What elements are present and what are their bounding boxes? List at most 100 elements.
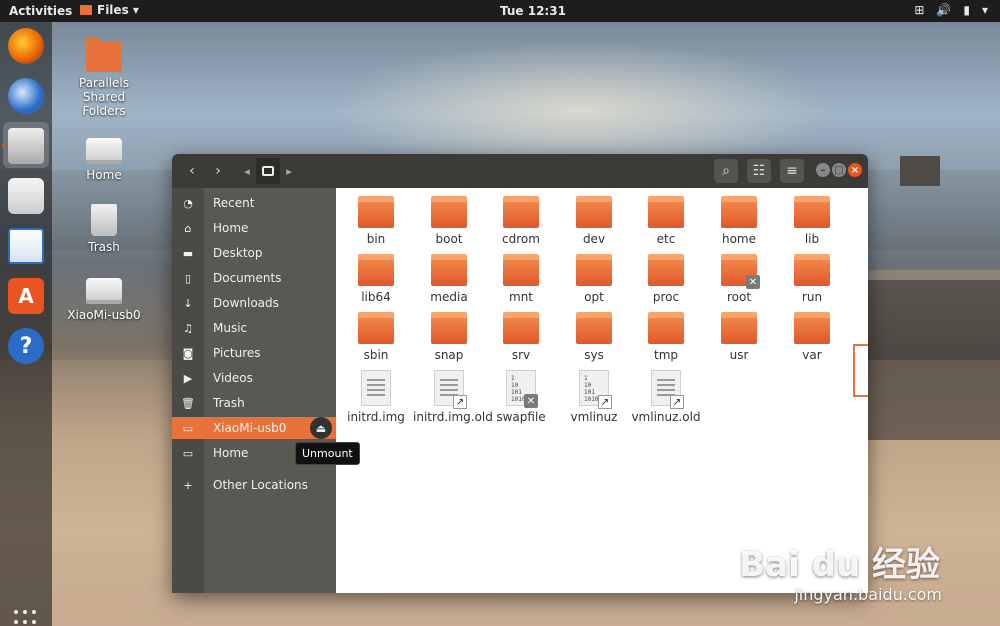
forward-button[interactable]: ›	[206, 159, 230, 183]
text-line-icon	[657, 379, 675, 381]
network-icon: ⊞	[914, 3, 925, 17]
folder-icon	[358, 312, 394, 344]
back-button[interactable]: ‹	[180, 159, 204, 183]
file-item-snap[interactable]: snap	[413, 312, 485, 362]
desktop-icon-parallels[interactable]: Parallels Shared Folders	[64, 38, 144, 118]
document-icon	[361, 370, 391, 406]
file-item-lib[interactable]: lib	[776, 196, 848, 246]
show-applications-icon[interactable]	[14, 610, 38, 626]
binary-glyph-icon: 1 10 101 1010	[584, 375, 599, 403]
file-item-initrd-img-old[interactable]: ↗ initrd.img.old	[413, 370, 493, 424]
desktop-icon-trash[interactable]: Trash	[64, 204, 144, 254]
view-toggle-button[interactable]: ☷	[747, 159, 771, 183]
sidebar-item-videos[interactable]: ▶ Videos	[172, 367, 336, 389]
file-item-label: tmp	[653, 348, 678, 362]
symlink-arrow-icon: ↗	[453, 395, 467, 409]
file-item-var[interactable]: var	[776, 312, 848, 362]
desktop-icon-usb[interactable]: XiaoMi-usb0	[64, 278, 144, 322]
file-item-vmlinuz-old[interactable]: ↗ vmlinuz.old	[630, 370, 702, 424]
clock[interactable]: Tue 12:31	[500, 4, 566, 18]
software-center-icon[interactable]: A	[8, 278, 44, 314]
sidebar-item-recent[interactable]: ◔ Recent	[172, 192, 336, 214]
file-item-mnt[interactable]: mnt	[485, 254, 557, 304]
folder-icon	[576, 312, 612, 344]
file-item-home[interactable]: home	[703, 196, 775, 246]
sidebar-item-label: Other Locations	[213, 478, 308, 492]
activities-button[interactable]: Activities	[9, 4, 72, 18]
drive-icon: ▭	[182, 446, 194, 460]
sidebar-item-desktop[interactable]: ▬ Desktop	[172, 242, 336, 264]
documents-icon: ▯	[184, 271, 192, 285]
close-button[interactable]: ×	[848, 163, 862, 177]
file-item-usr[interactable]: usr	[703, 312, 775, 362]
rock	[900, 156, 940, 186]
videos-icon: ▶	[183, 371, 193, 385]
folder-icon	[86, 38, 122, 72]
document-icon: ↗	[434, 370, 467, 409]
file-item-proc[interactable]: proc	[630, 254, 702, 304]
file-item-sbin[interactable]: sbin	[340, 312, 412, 362]
file-item-tmp[interactable]: tmp	[630, 312, 702, 362]
trash-icon	[91, 204, 117, 236]
file-item-root[interactable]: ✕ root	[703, 254, 775, 304]
sidebar-item-xiaomi-usb0[interactable]: ▭ XiaoMi-usb0 ⏏	[172, 417, 336, 439]
file-item-swapfile[interactable]: 1 10 101 1010 ✕ swapfile	[485, 370, 557, 424]
sidebar-item-label: XiaoMi-usb0	[213, 421, 287, 435]
file-item-label: media	[430, 290, 468, 304]
file-item-etc[interactable]: etc	[630, 196, 702, 246]
text-line-icon	[440, 379, 458, 381]
sidebar-item-label: Documents	[213, 271, 282, 285]
folder-icon	[431, 196, 467, 228]
help-icon[interactable]: ?	[8, 328, 44, 364]
clock-icon: ◔	[183, 196, 193, 210]
path-bar-drive-button[interactable]	[256, 158, 280, 184]
file-item-label: boot	[435, 232, 463, 246]
unmount-tooltip: Unmount	[295, 442, 360, 465]
eject-icon[interactable]: ⏏	[310, 417, 332, 439]
file-item-srv[interactable]: srv	[485, 312, 557, 362]
thunderbird-icon[interactable]	[8, 78, 44, 114]
sidebar-item-trash[interactable]: 🗑 Trash	[172, 392, 336, 414]
file-item-media[interactable]: media	[413, 254, 485, 304]
sidebar-item-music[interactable]: ♫ Music	[172, 317, 336, 339]
file-item-sys[interactable]: sys	[558, 312, 630, 362]
file-item-initrd-img[interactable]: initrd.img	[340, 370, 412, 424]
file-item-lib64[interactable]: lib64	[340, 254, 412, 304]
files-icon[interactable]	[8, 128, 44, 164]
binary-file-icon: 1 10 101 1010 ✕	[506, 370, 538, 408]
file-item-boot[interactable]: boot	[413, 196, 485, 246]
firefox-icon[interactable]	[8, 28, 44, 64]
file-item-opt[interactable]: opt	[558, 254, 630, 304]
file-item-label: snap	[434, 348, 464, 362]
desktop-icon-label: XiaoMi-usb0	[67, 308, 141, 322]
menu-button[interactable]: ≡	[780, 159, 804, 183]
writer-icon[interactable]	[8, 228, 44, 264]
folder-icon	[721, 196, 757, 228]
rhythmbox-icon[interactable]	[8, 178, 44, 214]
sidebar-item-downloads[interactable]: ↓ Downloads	[172, 292, 336, 314]
minimize-button[interactable]: –	[816, 163, 830, 177]
file-item-bin[interactable]: bin	[340, 196, 412, 246]
sidebar-item-documents[interactable]: ▯ Documents	[172, 267, 336, 289]
path-right-chevron-icon[interactable]: ▸	[282, 159, 296, 183]
maximize-button[interactable]: □	[832, 163, 846, 177]
trash-icon: 🗑	[181, 396, 195, 410]
sidebar-item-home[interactable]: ⌂ Home	[172, 217, 336, 239]
file-item-run[interactable]: run	[776, 254, 848, 304]
file-item-dev[interactable]: dev	[558, 196, 630, 246]
folder-icon	[576, 196, 612, 228]
folder-icon	[794, 312, 830, 344]
desktop-icon-home[interactable]: Home	[64, 138, 144, 182]
file-item-label: etc	[656, 232, 676, 246]
sidebar-item-label: Pictures	[213, 346, 261, 360]
path-left-chevron-icon[interactable]: ◂	[240, 159, 254, 183]
sidebar-item-other-locations[interactable]: + Other Locations	[172, 474, 336, 496]
status-area[interactable]: ⊞ 🔊 ▮ ▾	[914, 3, 988, 17]
desktop-icon-label: Parallels Shared Folders	[79, 76, 129, 118]
search-button[interactable]: ⌕	[714, 159, 738, 183]
folder-icon	[648, 196, 684, 228]
file-item-vmlinuz[interactable]: 1 10 101 1010 ↗ vmlinuz	[558, 370, 630, 424]
file-item-cdrom[interactable]: cdrom	[485, 196, 557, 246]
sidebar-item-pictures[interactable]: ◙ Pictures	[172, 342, 336, 364]
app-menu[interactable]: Files ▾	[80, 3, 139, 17]
